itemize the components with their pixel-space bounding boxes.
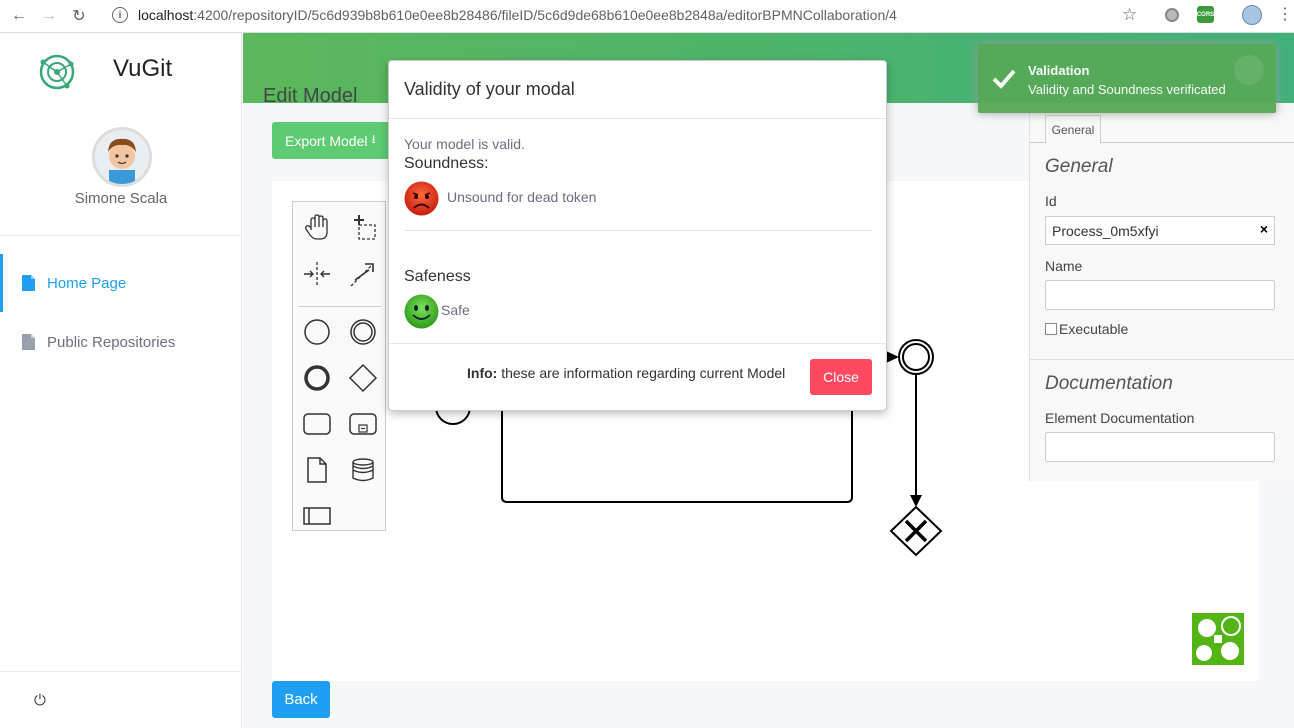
address-bar[interactable]: i localhost:4200/repositoryID/5c6d939b8b… xyxy=(112,3,1152,27)
document-icon xyxy=(22,334,35,350)
bookmark-star-icon[interactable]: ☆ xyxy=(1122,5,1137,25)
sidebar-item-home-page[interactable]: Home Page xyxy=(0,254,242,312)
back-arrow-icon[interactable]: ← xyxy=(8,5,30,27)
bpmn-io-logo-icon xyxy=(1192,613,1244,665)
space-tool-icon[interactable] xyxy=(301,258,333,290)
connect-tool-icon[interactable] xyxy=(347,258,379,290)
toast-message: Validity and Soundness verificated xyxy=(1028,82,1226,97)
export-model-label: Export Model xyxy=(285,132,368,149)
export-model-button[interactable]: Export Model ⭳ xyxy=(272,122,394,159)
browser-menu-icon[interactable]: ⋮ xyxy=(1277,4,1293,24)
executable-label: Executable xyxy=(1059,321,1129,337)
user-name: Simone Scala xyxy=(74,190,168,207)
tool-palette xyxy=(292,201,386,531)
toast-title: Validation xyxy=(1028,63,1090,78)
executable-row[interactable]: Executable xyxy=(1045,321,1128,337)
start-event-icon[interactable] xyxy=(301,316,333,348)
extension-icon[interactable] xyxy=(1165,8,1179,22)
divider xyxy=(0,671,242,672)
soundness-result: Unsound for dead token xyxy=(447,189,597,205)
validation-toast[interactable]: Validation Validity and Soundness verifi… xyxy=(978,44,1276,113)
task-icon[interactable] xyxy=(301,408,333,440)
download-icon: ⭳ xyxy=(371,132,376,146)
name-label: Name xyxy=(1045,258,1083,274)
vugit-logo-icon xyxy=(39,54,75,90)
name-field[interactable] xyxy=(1045,280,1275,310)
happy-face-icon xyxy=(404,294,439,329)
id-field[interactable]: Process_0m5xfyi × xyxy=(1045,216,1275,245)
reload-icon[interactable]: ↻ xyxy=(68,5,90,27)
executable-checkbox[interactable] xyxy=(1045,323,1057,335)
forward-arrow-icon[interactable]: → xyxy=(38,5,60,27)
sidebar: VuGit Simone Scala Home Page Public Repo… xyxy=(0,33,242,728)
page-title: Edit Model xyxy=(263,85,358,107)
divider xyxy=(389,343,886,344)
divider xyxy=(389,118,886,119)
divider xyxy=(0,235,242,236)
safeness-result: Safe xyxy=(441,302,470,318)
close-button[interactable]: Close xyxy=(810,359,872,395)
profile-avatar-icon[interactable] xyxy=(1242,5,1262,25)
power-icon[interactable]: ⏻ xyxy=(34,692,46,709)
url-host: localhost xyxy=(138,7,194,23)
data-store-icon[interactable] xyxy=(347,454,379,486)
back-button[interactable]: Back xyxy=(272,681,330,718)
url-path: :4200/repositoryID/5c6d939b8b610e0ee8b28… xyxy=(193,7,897,23)
id-value: Process_0m5xfyi xyxy=(1052,222,1159,239)
id-label: Id xyxy=(1045,193,1057,209)
element-documentation-field[interactable] xyxy=(1045,432,1275,462)
soundness-label: Soundness: xyxy=(404,155,489,172)
validity-modal: Validity of your modal Your model is val… xyxy=(388,60,887,411)
sidebar-item-public-repositories[interactable]: Public Repositories xyxy=(0,313,242,371)
browser-toolbar: ← → ↻ i localhost:4200/repositoryID/5c6d… xyxy=(0,0,1294,33)
sad-face-icon xyxy=(404,181,439,216)
checkmark-icon xyxy=(992,69,1016,89)
properties-panel: General General Id Process_0m5xfyi × Nam… xyxy=(1029,113,1294,481)
divider xyxy=(1030,359,1294,360)
sidebar-item-label: Public Repositories xyxy=(47,333,176,351)
hand-tool-icon[interactable] xyxy=(301,212,333,244)
clear-icon[interactable]: × xyxy=(1260,221,1268,237)
brand-name: VuGit xyxy=(113,55,173,82)
element-documentation-label: Element Documentation xyxy=(1045,410,1195,426)
divider xyxy=(404,230,872,231)
gateway-icon[interactable] xyxy=(347,362,379,394)
toast-avatar-icon xyxy=(1234,55,1264,85)
avatar[interactable] xyxy=(92,127,152,187)
info-icon[interactable]: i xyxy=(112,7,128,23)
sidebar-item-label: Home Page xyxy=(47,274,127,292)
intermediate-event-icon[interactable] xyxy=(347,316,379,348)
valid-status-text: Your model is valid. xyxy=(404,136,525,152)
properties-tabs: General xyxy=(1030,113,1294,144)
info-bold-label: Info: xyxy=(467,365,498,381)
group-documentation-title: Documentation xyxy=(1045,373,1173,394)
cors-extension-label: CORS xyxy=(1196,11,1215,18)
safeness-label: Safeness xyxy=(404,268,471,285)
info-text: these are information regarding current … xyxy=(497,365,786,381)
palette-divider xyxy=(299,306,381,307)
modal-title: Validity of your modal xyxy=(404,79,575,99)
subprocess-icon[interactable] xyxy=(347,408,379,440)
tab-general[interactable]: General xyxy=(1045,115,1101,144)
user-avatar-icon xyxy=(95,130,149,184)
info-line: Info: these are information regarding cu… xyxy=(467,365,785,381)
end-event-icon[interactable] xyxy=(301,362,333,394)
lasso-tool-icon[interactable] xyxy=(347,212,379,244)
participant-pool-icon[interactable] xyxy=(301,500,333,532)
cors-extension-icon[interactable]: CORS xyxy=(1197,6,1214,23)
data-object-icon[interactable] xyxy=(301,454,333,486)
group-general-title: General xyxy=(1045,156,1113,177)
document-icon xyxy=(22,275,35,291)
